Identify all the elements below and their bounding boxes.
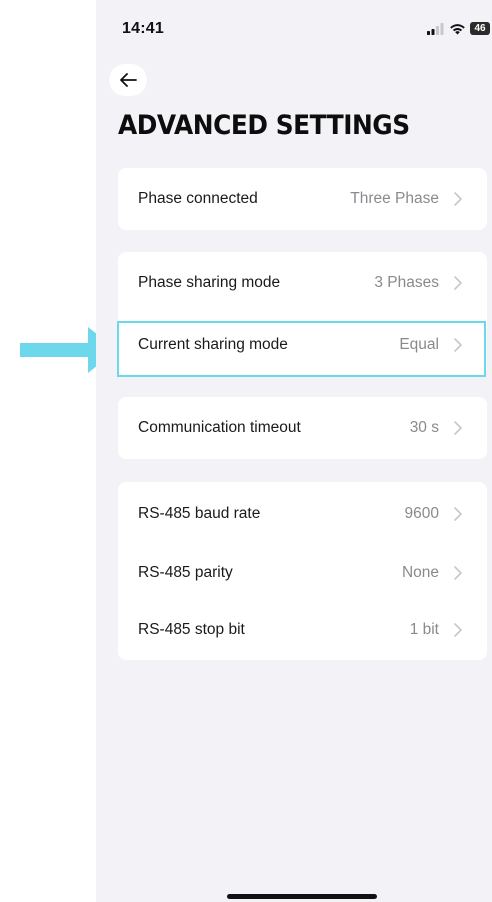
setting-value: 3 Phases — [374, 274, 439, 291]
setting-row-rs485-parity[interactable]: RS-485 parity None — [118, 546, 487, 600]
setting-label: Communication timeout — [138, 419, 301, 436]
setting-row-rs485-baud-rate[interactable]: RS-485 baud rate 9600 — [118, 482, 487, 546]
setting-value: 1 bit — [409, 621, 439, 638]
setting-label: RS-485 baud rate — [138, 505, 261, 522]
battery-icon: 46 — [470, 22, 490, 35]
chevron-right-icon — [454, 421, 462, 435]
setting-value: Three Phase — [350, 190, 439, 207]
setting-label: RS-485 stop bit — [138, 621, 245, 638]
settings-group-communication: Communication timeout 30 s — [118, 397, 487, 459]
setting-row-phase-connected[interactable]: Phase connected Three Phase — [118, 168, 487, 230]
setting-row-current-sharing-mode[interactable]: Current sharing mode Equal — [118, 314, 487, 376]
setting-label: Phase sharing mode — [138, 274, 281, 291]
phone-screen: 14:41 46 ADVANCED SETTINGS Phase connect… — [96, 0, 492, 902]
chevron-right-icon — [454, 507, 462, 521]
chevron-right-icon — [454, 276, 462, 290]
page-title: ADVANCED SETTINGS — [118, 110, 410, 141]
chevron-right-icon — [454, 192, 462, 206]
setting-value: 9600 — [404, 505, 439, 522]
chevron-right-icon — [454, 623, 462, 637]
home-indicator — [227, 894, 377, 899]
chevron-right-icon — [454, 338, 462, 352]
settings-group-rs485: RS-485 baud rate 9600 RS-485 parity None… — [118, 482, 487, 660]
arrow-left-icon — [120, 73, 137, 87]
settings-group-sharing: Phase sharing mode 3 Phases Current shar… — [118, 252, 487, 376]
setting-label: Current sharing mode — [138, 336, 288, 353]
setting-label: RS-485 parity — [138, 564, 233, 581]
status-bar: 14:41 46 — [96, 0, 492, 58]
setting-label: Phase connected — [138, 190, 258, 207]
status-time: 14:41 — [122, 20, 164, 37]
settings-group-phase: Phase connected Three Phase — [118, 168, 487, 230]
cellular-signal-icon — [427, 22, 444, 35]
setting-row-phase-sharing-mode[interactable]: Phase sharing mode 3 Phases — [118, 252, 487, 314]
status-icons: 46 — [427, 22, 490, 35]
chevron-right-icon — [454, 566, 462, 580]
setting-value: Equal — [399, 336, 439, 353]
setting-value: 30 s — [409, 419, 439, 436]
setting-row-rs485-stop-bit[interactable]: RS-485 stop bit 1 bit — [118, 600, 487, 660]
setting-value: None — [401, 564, 439, 581]
wifi-icon — [450, 23, 465, 34]
setting-row-communication-timeout[interactable]: Communication timeout 30 s — [118, 397, 487, 459]
back-button[interactable] — [109, 64, 147, 96]
